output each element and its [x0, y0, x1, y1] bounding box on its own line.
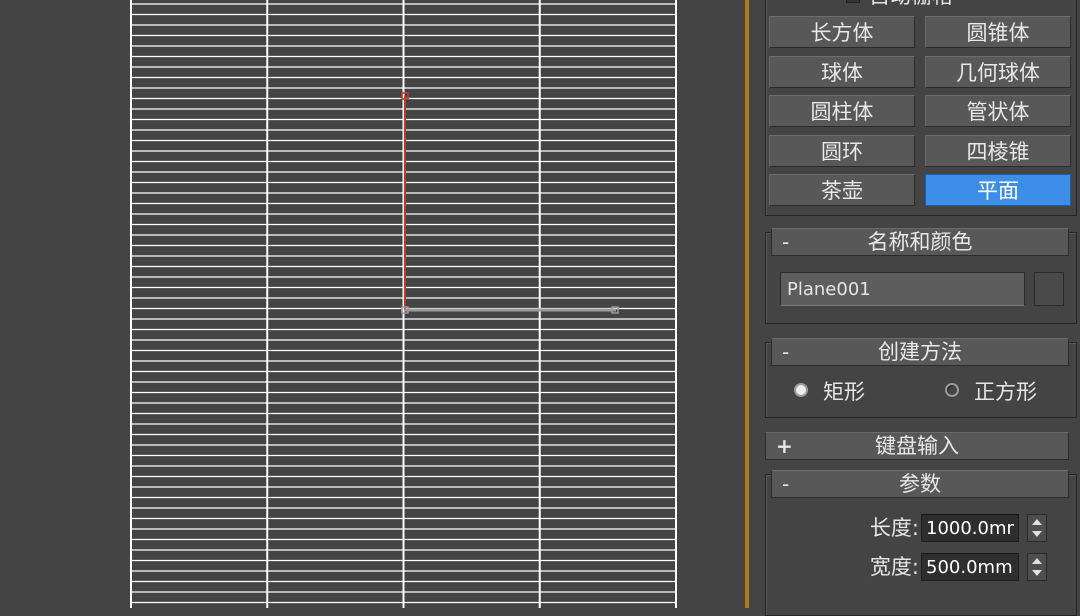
radio-rectangle[interactable]	[794, 383, 808, 397]
creation-method-title: 创建方法	[878, 340, 962, 364]
plane-grid	[130, 0, 677, 608]
width-input[interactable]	[921, 553, 1019, 581]
object-name-input[interactable]	[780, 272, 1025, 306]
perspective-viewport[interactable]	[0, 0, 745, 608]
spinner-up-icon[interactable]	[1032, 519, 1042, 525]
torus-button[interactable]: 圆环	[769, 134, 915, 167]
length-spinner[interactable]	[1027, 514, 1047, 542]
teapot-button[interactable]: 茶壶	[769, 174, 915, 206]
width-spinner[interactable]	[1027, 553, 1047, 581]
box-button[interactable]: 长方体	[769, 16, 915, 48]
object-color-swatch[interactable]	[1034, 272, 1064, 306]
geosphere-button[interactable]: 几何球体	[925, 55, 1071, 88]
auto-grid-checkbox[interactable]	[846, 0, 860, 3]
radio-rectangle-label: 矩形	[823, 380, 865, 404]
keyboard-entry-title: 键盘输入	[875, 434, 959, 458]
keyboard-entry-header[interactable]: + 键盘输入	[765, 432, 1069, 460]
pyramid-button[interactable]: 四棱锥	[925, 134, 1071, 167]
creation-method-header[interactable]: - 创建方法	[771, 338, 1069, 366]
plane-button[interactable]: 平面	[925, 174, 1071, 206]
cylinder-button[interactable]: 圆柱体	[769, 95, 915, 127]
parameters-title: 参数	[899, 472, 941, 496]
auto-grid-label: 自动栅格	[869, 0, 953, 9]
tube-button[interactable]: 管状体	[925, 95, 1071, 127]
radio-square-label: 正方形	[974, 380, 1037, 404]
length-label: 长度:	[869, 516, 919, 540]
cone-button[interactable]: 圆锥体	[925, 16, 1071, 48]
spinner-up-icon[interactable]	[1032, 558, 1042, 564]
width-label: 宽度:	[869, 555, 919, 579]
length-input[interactable]	[921, 514, 1019, 542]
command-panel: 自动栅格 - 名称和颜色 - 创建方法 矩形 正方形 + 键盘输入 - 参数 长…	[749, 0, 1080, 616]
spinner-down-icon[interactable]	[1032, 570, 1042, 576]
radio-square[interactable]	[945, 383, 959, 397]
parameters-header[interactable]: - 参数	[771, 470, 1069, 498]
spinner-down-icon[interactable]	[1032, 531, 1042, 537]
sphere-button[interactable]: 球体	[769, 55, 915, 88]
name-color-title: 名称和颜色	[867, 230, 973, 254]
name-color-header[interactable]: - 名称和颜色	[771, 228, 1069, 256]
